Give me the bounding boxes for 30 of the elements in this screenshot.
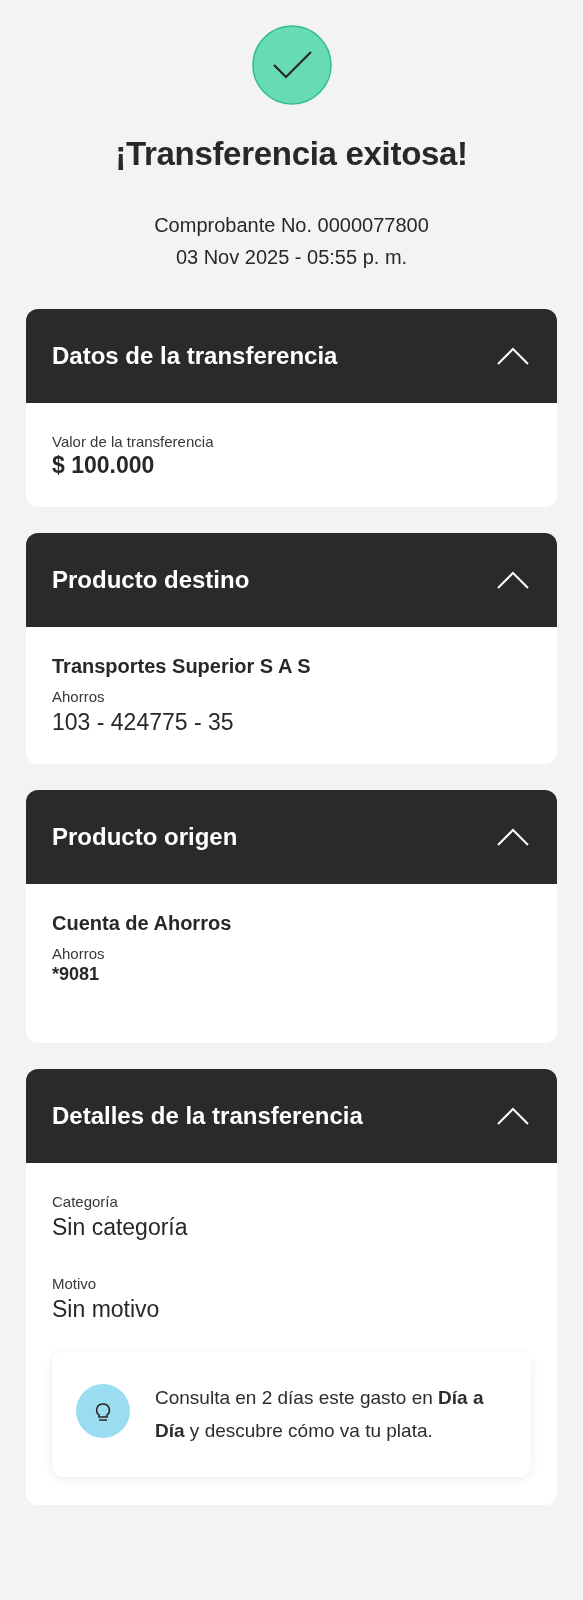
account-number: *9081 <box>52 964 101 985</box>
chevron-up-icon[interactable] <box>497 828 529 846</box>
tip-text: Consulta en 2 días este gasto en Día a Día y descubre cómo va tu plata. <box>155 1386 485 1443</box>
field-label: Ahorros <box>52 945 106 962</box>
field-label: Motivo <box>52 1275 98 1292</box>
success-check-icon <box>251 25 332 105</box>
field-label: Valor de la transferencia <box>52 433 215 450</box>
chevron-up-icon[interactable] <box>497 1107 529 1125</box>
section-header[interactable]: Detalles de la transferencia <box>26 1069 557 1163</box>
field-value: Sin motivo <box>52 1296 161 1323</box>
receipt-number: Comprobante No. 0000077800 <box>154 213 429 238</box>
amount-value: $ 100.000 <box>52 452 156 479</box>
account-name: Transportes Superior S A S <box>52 655 312 678</box>
field-label: Categoría <box>52 1193 119 1210</box>
account-name: Cuenta de Ahorros <box>52 912 233 935</box>
lightbulb-icon <box>76 1384 130 1438</box>
success-title: ¡Transferencia exitosa! <box>115 135 468 173</box>
section-title: Detalles de la transferencia <box>52 1102 363 1130</box>
section-title: Producto origen <box>52 823 238 851</box>
section-title: Datos de la transferencia <box>52 342 338 370</box>
field-value: 103 - 424775 - 35 <box>52 709 235 736</box>
section-title: Producto destino <box>52 566 250 594</box>
section-header[interactable]: Datos de la transferencia <box>26 309 557 403</box>
section-header[interactable]: Producto origen <box>26 790 557 884</box>
transfer-datetime: 03 Nov 2025 - 05:55 p. m. <box>175 245 408 270</box>
chevron-up-icon[interactable] <box>497 347 529 365</box>
section-header[interactable]: Producto destino <box>26 533 557 627</box>
field-label: Ahorros <box>52 688 106 705</box>
chevron-up-icon[interactable] <box>497 571 529 589</box>
field-value: Sin categoría <box>52 1214 189 1241</box>
